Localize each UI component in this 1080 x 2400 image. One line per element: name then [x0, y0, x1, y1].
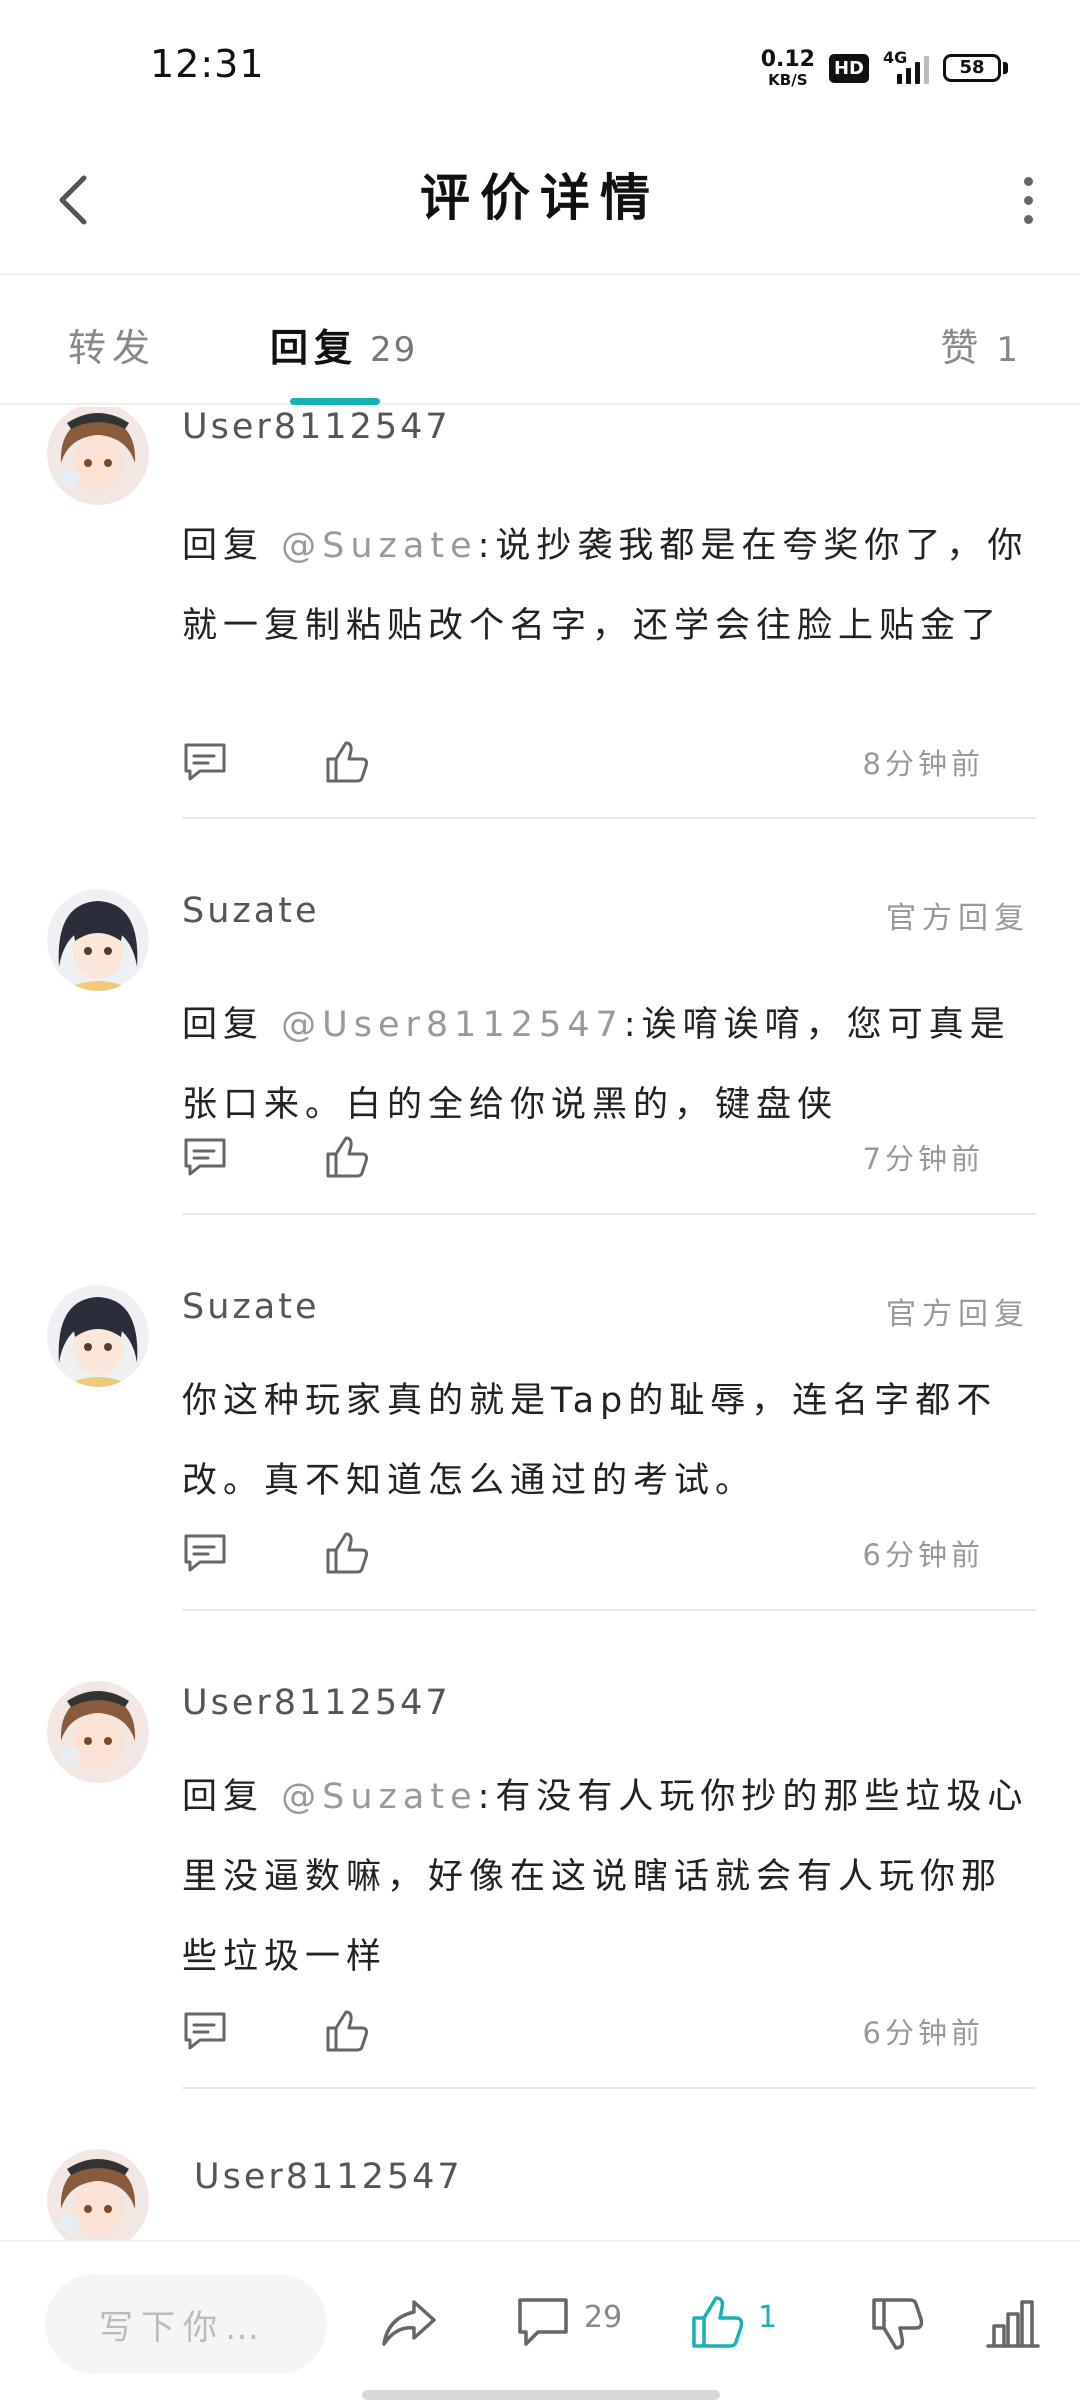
- tab-repost-label: 转发: [68, 326, 157, 370]
- reply-content: 你这种玩家真的就是Tap的耻辱，连名字都不改。真不知道怎么通过的考试。: [182, 1361, 1038, 1521]
- reply-username[interactable]: User8112547: [182, 407, 451, 447]
- comment-count: 29: [584, 2300, 623, 2335]
- status-time: 12:31: [150, 42, 265, 86]
- reply-username[interactable]: User8112547: [182, 1683, 451, 1723]
- avatar[interactable]: [47, 1681, 149, 1783]
- avatar[interactable]: [47, 2149, 149, 2240]
- reply-item: User8112547 回复 @Suzate:说抄袭我都是在夸奖你了，你就一复制…: [0, 407, 1080, 819]
- reply-username[interactable]: User8112547: [194, 2157, 463, 2197]
- tab-bar: 转发 回复 29 赞1: [0, 277, 1080, 405]
- reply-item: User8112547 回复 @Suzate:有没有人玩你抄的那些垃圾心里没逼数…: [0, 1611, 1080, 2089]
- like-icon[interactable]: [322, 737, 372, 787]
- reply-time: 8分钟前: [862, 747, 984, 781]
- write-comment-placeholder: 写下你…: [99, 2307, 267, 2348]
- page-title: 评价详情: [420, 169, 660, 227]
- reply-item: User8112547: [0, 2089, 1080, 2240]
- tab-reply-count: 29: [370, 330, 418, 370]
- reply-item: Suzate 官方回复 你这种玩家真的就是Tap的耻辱，连名字都不改。真不知道怎…: [0, 1215, 1080, 1611]
- reply-mention[interactable]: @Suzate: [281, 1777, 477, 1817]
- status-indicators: 0.12 KB/S HD 4G 58: [761, 44, 1008, 92]
- header: 评价详情: [0, 130, 1080, 275]
- like-icon[interactable]: [686, 2292, 748, 2354]
- write-comment-input[interactable]: 写下你…: [45, 2274, 327, 2374]
- comment-icon[interactable]: [180, 737, 230, 787]
- battery-icon: 58: [943, 54, 1008, 82]
- reply-time: 6分钟前: [862, 1538, 984, 1572]
- network-speed-value: 0.12: [760, 46, 815, 72]
- bottom-action-bar: 写下你… 29 1: [0, 2240, 1080, 2400]
- more-icon[interactable]: [1008, 170, 1048, 230]
- reply-list[interactable]: User8112547 回复 @Suzate:说抄袭我都是在夸奖你了，你就一复制…: [0, 407, 1080, 2240]
- comment-icon[interactable]: [180, 1132, 230, 1182]
- tab-reply-label: 回复: [270, 326, 359, 370]
- comment-icon[interactable]: [180, 1528, 230, 1578]
- home-indicator[interactable]: [362, 2390, 720, 2400]
- reply-prefix: 回复: [182, 526, 282, 566]
- tab-reply[interactable]: 回复 29: [270, 317, 417, 372]
- comment-icon[interactable]: [180, 2006, 230, 2056]
- reply-time: 6分钟前: [862, 2016, 984, 2050]
- reply-text: 你这种玩家真的就是Tap的耻辱，连名字都不改。真不知道怎么通过的考试。: [182, 1381, 998, 1501]
- avatar[interactable]: [47, 407, 149, 505]
- reply-content: 回复 @User8112547:诶唷诶唷，您可真是张口来。白的全给你说黑的，键盘…: [182, 985, 1038, 1145]
- like-icon[interactable]: [322, 1132, 372, 1182]
- reply-mention[interactable]: @User8112547: [281, 1005, 624, 1045]
- reply-content: 回复 @Suzate:说抄袭我都是在夸奖你了，你就一复制粘贴改个名字，还学会往脸…: [182, 506, 1038, 666]
- status-bar: 12:31 0.12 KB/S HD 4G 58: [0, 0, 1080, 130]
- battery-level: 58: [943, 54, 1001, 82]
- chart-icon[interactable]: [982, 2292, 1044, 2354]
- reply-time: 7分钟前: [862, 1142, 984, 1176]
- dislike-icon[interactable]: [866, 2292, 928, 2354]
- official-reply-badge: 官方回复: [886, 901, 1030, 936]
- tab-like[interactable]: 赞1: [940, 317, 1020, 372]
- reply-prefix: 回复: [182, 1005, 282, 1045]
- reply-item: Suzate 官方回复 回复 @User8112547:诶唷诶唷，您可真是张口来…: [0, 819, 1080, 1215]
- like-icon[interactable]: [322, 1528, 372, 1578]
- avatar[interactable]: [47, 889, 149, 991]
- official-reply-badge: 官方回复: [886, 1297, 1030, 1332]
- like-icon[interactable]: [322, 2006, 372, 2056]
- reply-prefix: 回复: [182, 1777, 282, 1817]
- tab-indicator: [290, 398, 380, 405]
- network-type: 4G: [883, 48, 908, 67]
- share-icon[interactable]: [378, 2292, 440, 2354]
- tab-like-count: 1: [996, 330, 1020, 370]
- reply-content: 回复 @Suzate:有没有人玩你抄的那些垃圾心里没逼数嘛，好像在这说瞎话就会有…: [182, 1757, 1038, 1997]
- network-speed-unit: KB/S: [768, 70, 808, 89]
- reply-username[interactable]: Suzate: [182, 1287, 319, 1327]
- reply-mention[interactable]: @Suzate: [281, 526, 477, 566]
- tab-repost[interactable]: 转发: [68, 317, 156, 372]
- tab-like-label: 赞: [940, 326, 985, 370]
- network-speed: 0.12 KB/S: [760, 46, 815, 89]
- hd-badge: HD: [828, 53, 869, 83]
- like-count: 1: [758, 2300, 778, 2335]
- comment-icon[interactable]: [512, 2292, 574, 2354]
- avatar[interactable]: [47, 1285, 149, 1387]
- signal-icon: 4G: [883, 48, 929, 84]
- reply-username[interactable]: Suzate: [182, 891, 319, 931]
